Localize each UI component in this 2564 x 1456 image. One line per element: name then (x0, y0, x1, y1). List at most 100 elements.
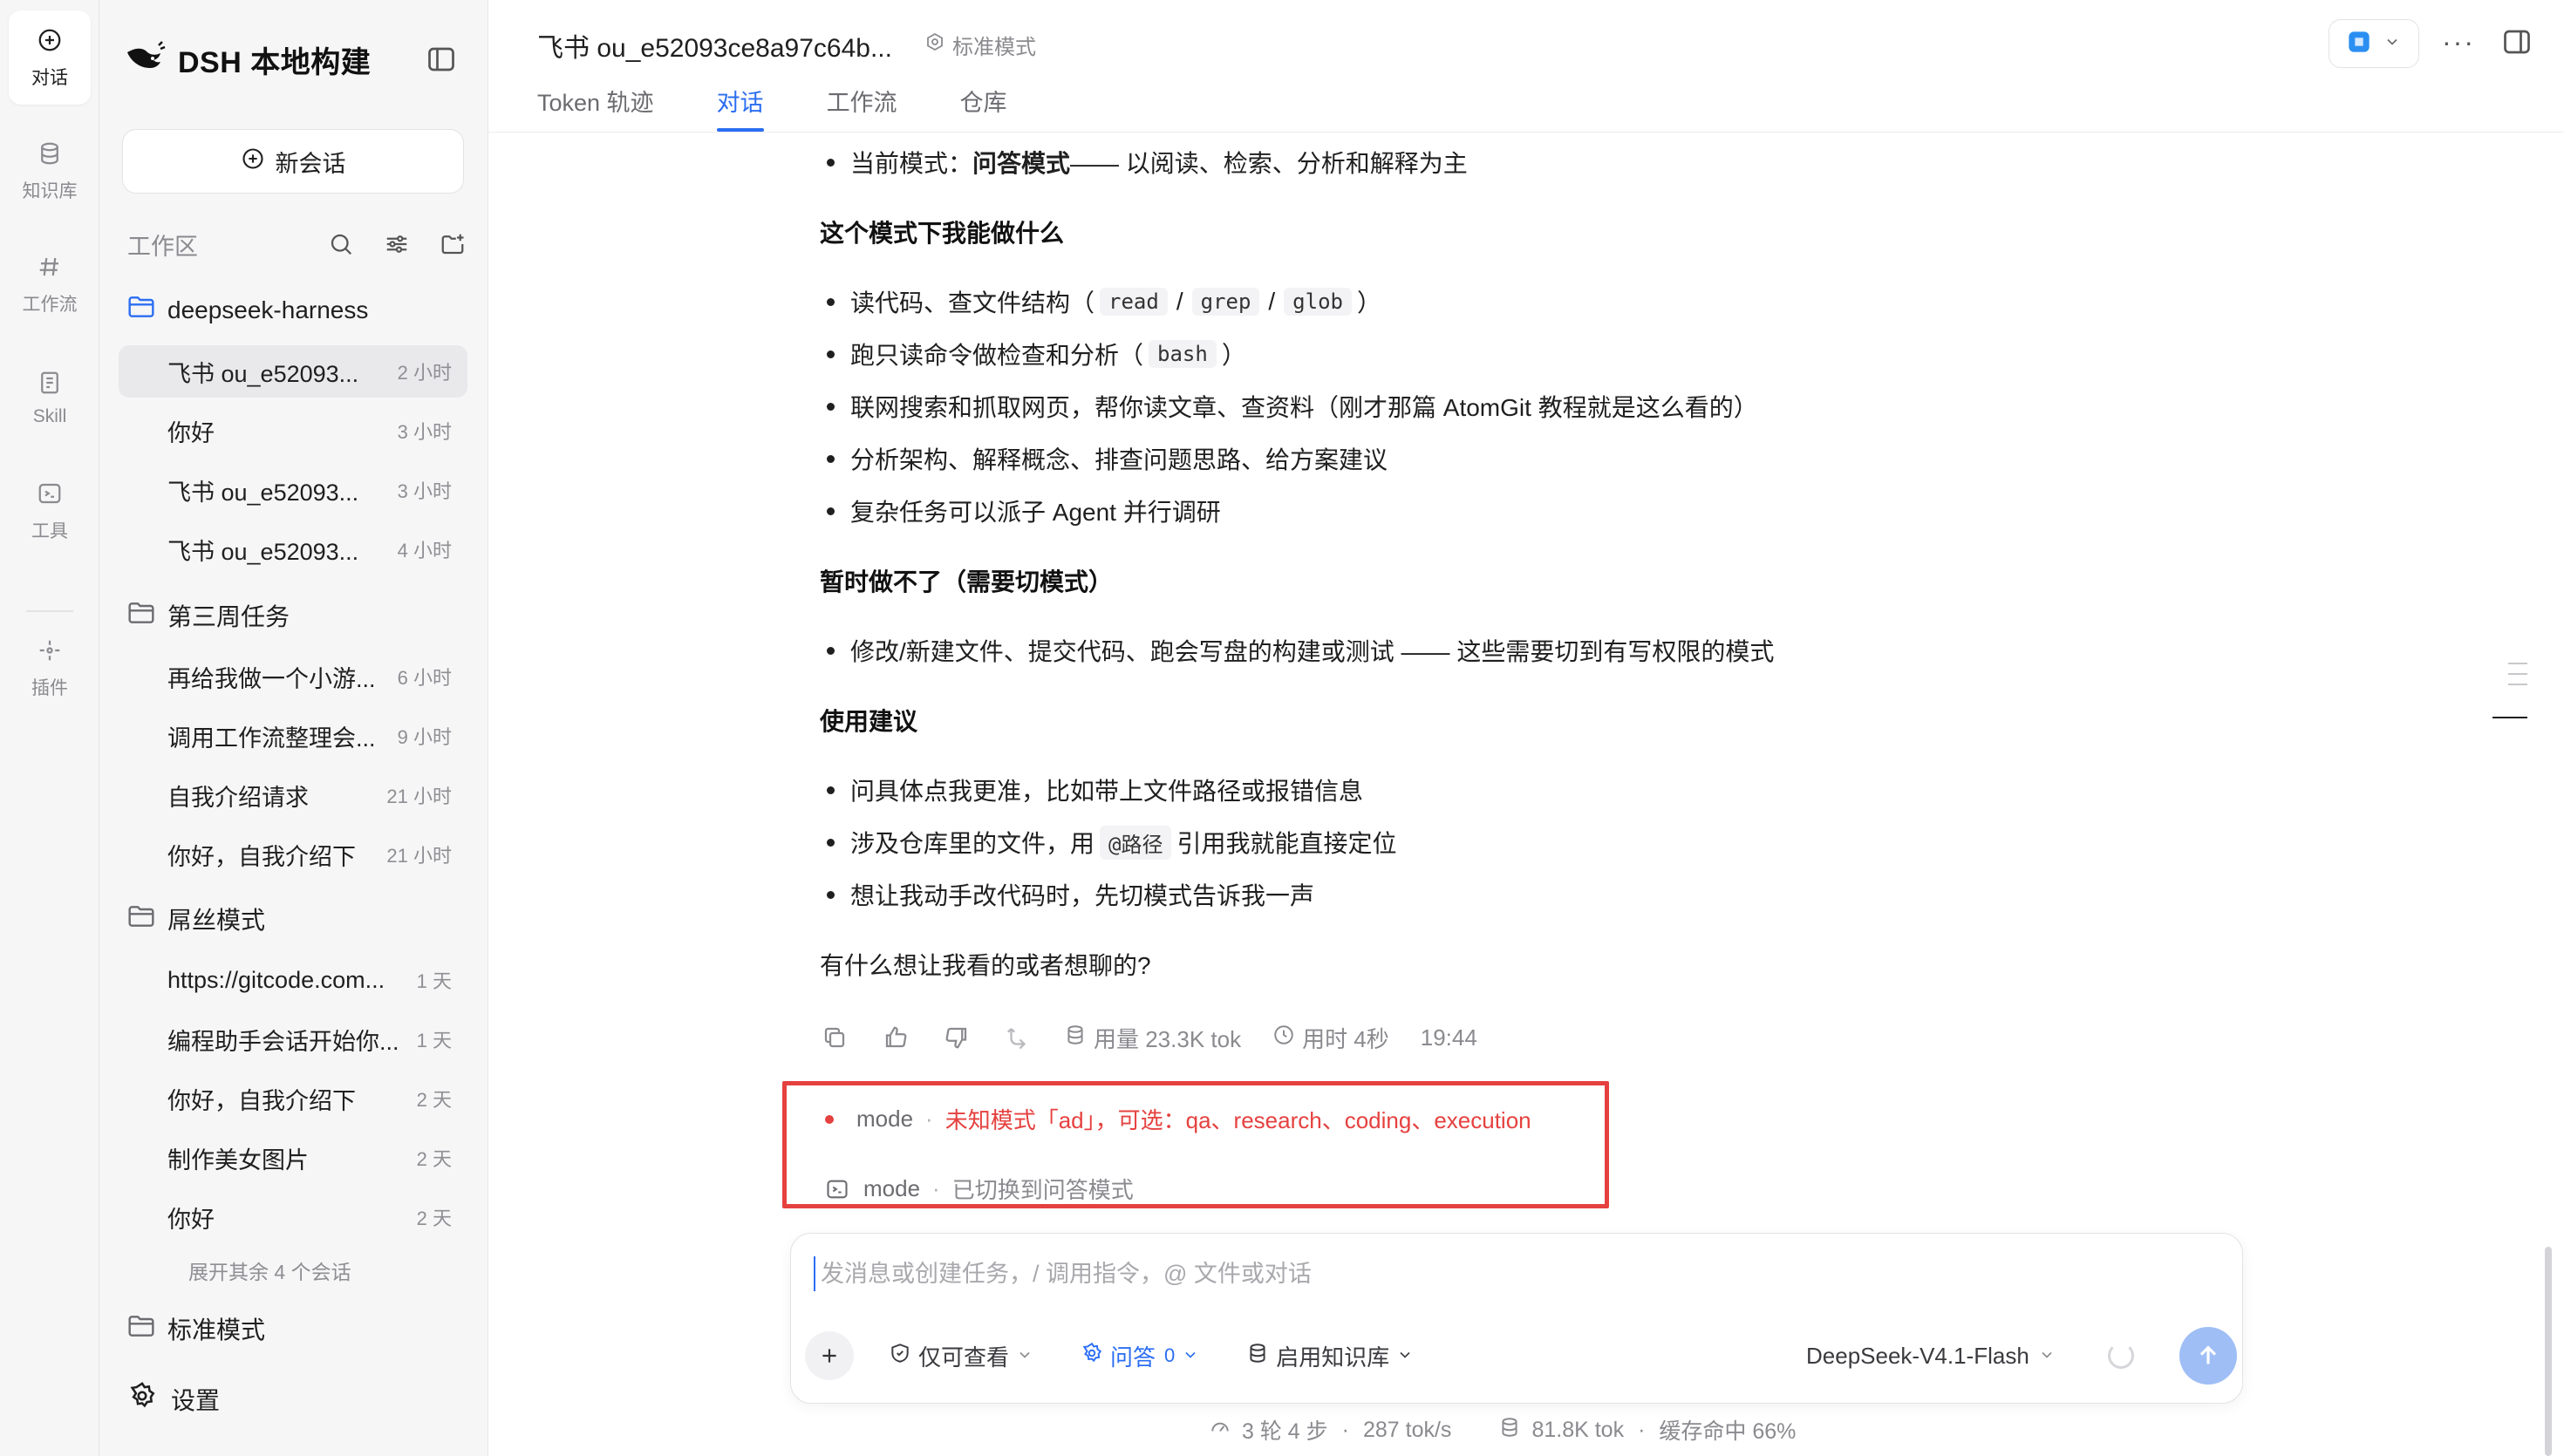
outline-mark (2508, 673, 2527, 675)
expand-more-link[interactable]: 展开其余 4 个会话 (188, 1255, 351, 1285)
rail-item-workflow[interactable]: 工作流 (9, 237, 91, 331)
conversation-item[interactable]: 你好，自我介绍下 2 天 (119, 1072, 467, 1125)
mode-dropdown[interactable]: 问答 0 (1081, 1340, 1199, 1372)
sidebar: DSH 本地构建 新会话 工作区 deepseek-harness 飞书 ou_… (99, 0, 488, 1456)
conversation-item[interactable]: 自我介绍请求 21 小时 (119, 769, 467, 821)
new-chat-button[interactable]: 新会话 (122, 129, 464, 194)
message-time: 19:44 (1420, 1024, 1477, 1051)
collapse-sidebar-icon[interactable] (426, 44, 457, 75)
rail-item-knowledge[interactable]: 知识库 (9, 124, 91, 218)
tab-token-trace[interactable]: Token 轨迹 (537, 84, 654, 132)
chevron-down-icon (1396, 1343, 1414, 1370)
conversation-item[interactable]: 你好 3 小时 (119, 405, 467, 457)
filter-sliders-icon[interactable] (382, 229, 412, 259)
conversation-item[interactable]: 制作美女图片 2 天 (119, 1132, 467, 1184)
tab-chat[interactable]: 对话 (716, 84, 764, 132)
outline-mark (2508, 663, 2527, 664)
thumbs-down-icon[interactable] (942, 1023, 972, 1052)
more-options-icon[interactable]: ··· (2442, 26, 2475, 58)
rail-item-chat[interactable]: 对话 (9, 10, 91, 105)
duration-value: 用时 4秒 (1302, 1025, 1389, 1052)
outline-mark (2508, 684, 2527, 685)
folder-name: 标准模式 (167, 1317, 266, 1344)
scrollbar[interactable] (2545, 1247, 2552, 1456)
folder-deepseek-harness[interactable]: deepseek-harness (127, 295, 368, 325)
conversation-item[interactable]: https://gitcode.com... 1 天 (119, 954, 467, 1006)
rail-item-plugins[interactable]: 插件 (9, 621, 91, 715)
notice-key: mode (863, 1175, 921, 1201)
copy-icon[interactable] (820, 1023, 849, 1052)
conversation-item[interactable]: 飞书 ou_e52093... 2 小时 (119, 345, 467, 398)
text: 引用我就能直接定位 (1176, 830, 1397, 857)
settings-button[interactable]: 设置 (127, 1381, 220, 1417)
rail-item-tools[interactable]: 工具 (9, 464, 91, 558)
text: 当前模式： (850, 150, 973, 177)
conversation-item[interactable]: 编程助手会话开始你... 1 天 (119, 1013, 467, 1065)
gear-icon (127, 1381, 157, 1417)
app-switcher-button[interactable] (2329, 19, 2419, 68)
new-folder-icon[interactable] (438, 229, 467, 259)
rail-label: 对话 (31, 68, 68, 88)
skill-icon (35, 368, 65, 398)
conversation-item[interactable]: 飞书 ou_e52093... 4 小时 (119, 523, 467, 575)
text: 读代码、查文件结构（ (850, 289, 1095, 316)
notice-key: mode (856, 1106, 914, 1132)
shield-check-icon (889, 1342, 911, 1371)
inline-code: bash (1149, 340, 1217, 368)
permission-label: 仅可查看 (918, 1344, 1010, 1371)
permission-dropdown[interactable]: 仅可查看 (889, 1340, 1033, 1372)
database-icon (1498, 1416, 1521, 1445)
list-item: 修改/新建文件、提交代码、跑会写盘的构建或测试 —— 这些需要切到有写权限的模式 (820, 633, 1774, 668)
conversation-time: 2 天 (416, 1208, 452, 1229)
mode-label: 问答 (1110, 1344, 1156, 1371)
outline-navigator[interactable] (2492, 663, 2527, 727)
list-item: 跑只读命令做检查和分析（ bash） (820, 337, 1246, 371)
gauge-icon (1209, 1416, 1231, 1445)
folder-standard-mode[interactable]: 标准模式 (127, 1311, 265, 1346)
conversation-item[interactable]: 调用工作流整理会... 9 小时 (119, 710, 467, 762)
knowledge-base-dropdown[interactable]: 启用知识库 (1246, 1340, 1414, 1372)
rail-label: 工作流 (22, 295, 78, 315)
message-input[interactable] (814, 1256, 2209, 1291)
thumbs-up-icon[interactable] (881, 1023, 910, 1052)
folder-diaosi-mode[interactable]: 屌丝模式 (127, 901, 265, 936)
conversation-item[interactable]: 飞书 ou_e52093... 3 小时 (119, 464, 467, 516)
app-logo-icon (2347, 30, 2371, 58)
folder-week3-tasks[interactable]: 第三周任务 (127, 598, 290, 633)
session-stats: 3 轮 4 步 · 287 tok/s 81.8K tok · 缓存命中 66% (1209, 1414, 1796, 1446)
conversation-time: 1 天 (416, 1030, 452, 1051)
add-attachment-button[interactable] (805, 1331, 854, 1380)
conversation-time: 4 小时 (397, 540, 452, 561)
database-icon (1064, 1024, 1087, 1052)
conversation-time: 6 小时 (397, 667, 452, 689)
cache-stat: 缓存命中 66% (1659, 1419, 1797, 1444)
rail-item-skill[interactable]: Skill (9, 350, 91, 445)
left-rail: 对话 知识库 工作流 Skill 工具 插件 (0, 0, 99, 1456)
model-selector[interactable]: DeepSeek-V4.1-Flash (1806, 1343, 2056, 1370)
notice-message: 已切换到问答模式 (951, 1177, 1134, 1203)
list-item: 问具体点我更准，比如带上文件路径或报错信息 (820, 772, 1363, 807)
chevron-down-icon (1016, 1343, 1033, 1370)
workspace-label: 工作区 (127, 233, 198, 260)
toggle-panel-icon[interactable] (2501, 26, 2533, 58)
conversation-item[interactable]: 你好 2 天 (119, 1191, 467, 1243)
brand-title: DSH 本地构建 (178, 46, 372, 79)
conversation-item[interactable]: 再给我做一个小游... 6 小时 (119, 650, 467, 703)
tab-workflow[interactable]: 工作流 (827, 84, 897, 132)
conversation-title: 飞书 ou_e52093... (167, 479, 359, 506)
usage-value: 用量 23.3K tok (1094, 1025, 1242, 1052)
notice-message: 未知模式「ad」，可选：qa、research、coding、execution (944, 1107, 1531, 1133)
list-item: 读代码、查文件结构（ read / grep / glob） (820, 284, 1381, 319)
tab-repo[interactable]: 仓库 (960, 84, 1007, 132)
rail-label: 知识库 (22, 181, 78, 201)
conversation-item[interactable]: 你好，自我介绍下 21 小时 (119, 828, 467, 881)
branch-icon[interactable] (1003, 1023, 1033, 1052)
inline-code: grep (1191, 288, 1260, 316)
section-heading: 暂时做不了（需要切模式） (820, 568, 1114, 595)
hash-icon (35, 252, 65, 282)
mode-label: 标准模式 (952, 36, 1036, 59)
send-button[interactable] (2179, 1327, 2237, 1385)
search-icon[interactable] (326, 229, 356, 259)
mode-count: 0 (1164, 1344, 1176, 1366)
new-chat-label: 新会话 (275, 150, 346, 177)
